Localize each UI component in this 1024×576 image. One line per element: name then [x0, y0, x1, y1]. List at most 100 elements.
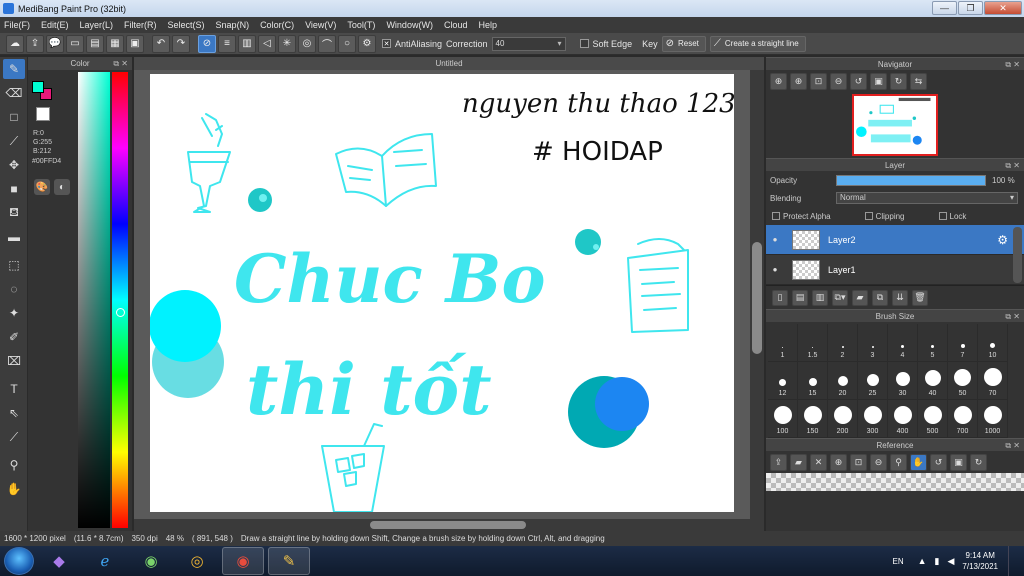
brush-size-cell[interactable]: 150 — [798, 400, 828, 438]
lasso-tool-icon[interactable]: ◌ — [3, 279, 25, 299]
delete-layer-icon[interactable]: 🗑 — [912, 289, 928, 306]
panel-popout-close-icon[interactable]: ⧉ ✕ — [1005, 159, 1020, 172]
brush-size-cell[interactable]: 25 — [858, 362, 888, 400]
minimize-button[interactable]: — — [932, 1, 957, 15]
redo-icon[interactable]: ↷ — [172, 34, 190, 53]
document-icon[interactable]: ▤ — [86, 34, 104, 53]
new-layer-icon[interactable]: ▯ — [772, 289, 788, 306]
coccoc-browser-icon[interactable]: ◉ — [130, 547, 172, 575]
menu-select[interactable]: Select(S) — [168, 20, 205, 30]
eyedropper-icon[interactable]: ⚲ — [890, 453, 907, 471]
zoom-in-alt-icon[interactable]: ⊕ — [790, 72, 807, 90]
message-icon[interactable]: ▭ — [66, 34, 84, 53]
medibang-taskbar-icon[interactable]: ◉ — [222, 547, 264, 575]
document-tab[interactable]: Untitled — [134, 57, 764, 70]
brush-size-cell[interactable]: 4 — [888, 324, 918, 362]
new-8bit-layer-icon[interactable]: ▥ — [812, 289, 828, 306]
opacity-slider[interactable] — [836, 174, 986, 186]
brush-size-cell[interactable]: 1.5 — [798, 324, 828, 362]
vertical-scrollbar[interactable] — [750, 70, 764, 531]
show-desktop-button[interactable] — [1008, 546, 1018, 576]
rotate-right-icon[interactable]: ↻ — [970, 453, 987, 471]
select-eraser-tool-icon[interactable]: ⌧ — [3, 351, 25, 371]
protect-alpha-checkbox[interactable] — [772, 212, 780, 220]
lock-checkbox[interactable] — [938, 212, 947, 220]
text-tool-icon[interactable]: T — [3, 379, 25, 399]
rectangle-tool-icon[interactable]: □ — [3, 107, 25, 127]
panel-popout-close-icon[interactable]: ⧉ ✕ — [113, 57, 128, 70]
menu-color[interactable]: Color(C) — [260, 20, 294, 30]
divide-tool-icon[interactable]: ⟋ — [3, 427, 25, 447]
foreground-color-swatch[interactable] — [32, 81, 44, 93]
protect-alpha-option[interactable]: Protect Alpha — [772, 212, 831, 221]
menu-cloud[interactable]: Cloud — [444, 20, 468, 30]
brush-size-cell[interactable]: 400 — [888, 400, 918, 438]
brush-size-cell[interactable]: 100 — [768, 400, 798, 438]
reference-preview[interactable] — [766, 473, 1024, 491]
actual-size-icon[interactable]: ▣ — [870, 72, 887, 90]
undo-icon[interactable]: ↶ — [152, 34, 170, 53]
clipping-checkbox[interactable] — [864, 212, 873, 220]
brush-size-cell[interactable]: 700 — [948, 400, 978, 438]
brush-size-cell[interactable]: 10 — [978, 324, 1008, 362]
hex-value[interactable]: #00FFD4 — [32, 158, 61, 165]
flip-icon[interactable]: ⇆ — [910, 72, 927, 90]
blending-select[interactable]: Normal — [836, 192, 1018, 204]
line-tool-icon[interactable]: ⟋ — [3, 131, 25, 151]
panel-popout-close-icon[interactable]: ⧉ ✕ — [1005, 58, 1020, 71]
horizontal-scrollbar[interactable] — [134, 519, 750, 531]
snap-concentric-icon[interactable]: ◎ — [298, 34, 316, 53]
brush-size-cell[interactable]: 1000 — [978, 400, 1008, 438]
navigator-thumbnail[interactable] — [852, 94, 938, 156]
select-pen-tool-icon[interactable]: ✐ — [3, 327, 25, 347]
menu-filter[interactable]: Filter(R) — [124, 20, 157, 30]
hue-slider[interactable] — [112, 72, 128, 528]
layer-row-layer2[interactable]: ● Layer2 ⚙ — [766, 225, 1024, 255]
fit-icon[interactable]: ⊡ — [850, 453, 867, 471]
brush-size-cell[interactable]: 12 — [768, 362, 798, 400]
select-rect-tool-icon[interactable]: ⬚ — [3, 255, 25, 275]
paint-taskbar-icon[interactable]: ✎ — [268, 547, 310, 575]
panel-popout-close-icon[interactable]: ⧉ ✕ — [1005, 439, 1020, 452]
brush-tool-icon[interactable]: ✎ — [3, 59, 25, 79]
correction-select[interactable]: 40 — [491, 36, 566, 51]
brush-size-cell[interactable]: 20 — [828, 362, 858, 400]
layer-row-layer1[interactable]: ● Layer1 — [766, 255, 1024, 285]
share-icon[interactable]: ⇪ — [26, 34, 44, 53]
start-button[interactable] — [4, 547, 34, 575]
brush-size-cell[interactable]: 70 — [978, 362, 1008, 400]
duplicate-layer-icon[interactable]: ⧉ — [872, 289, 888, 306]
horizontal-scroll-thumb[interactable] — [370, 521, 526, 529]
comment-icon[interactable]: 💬 — [46, 34, 64, 53]
gradient-tool-icon[interactable]: ▬ — [3, 227, 25, 247]
brush-size-cell[interactable]: 7 — [948, 324, 978, 362]
close-button[interactable]: ✕ — [984, 1, 1022, 15]
cloud-icon[interactable]: ☁ — [6, 34, 24, 53]
bucket-tool-icon[interactable]: ⛾ — [3, 203, 25, 223]
soft-edge-checkbox[interactable] — [579, 39, 589, 48]
upload-icon[interactable]: ⇪ — [770, 453, 787, 471]
snap-grid-icon[interactable]: ▥ — [238, 34, 256, 53]
saturation-value-picker[interactable] — [78, 72, 110, 528]
actual-size-icon[interactable]: ▣ — [950, 453, 967, 471]
visual-studio-icon[interactable]: ◆ — [38, 547, 80, 575]
zoom-in-icon[interactable]: ⊕ — [830, 453, 847, 471]
antialiasing-checkbox[interactable]: ✕ — [382, 39, 391, 48]
menu-help[interactable]: Help — [478, 20, 497, 30]
snap-curve-icon[interactable]: ⌒ — [318, 34, 336, 53]
close-reference-icon[interactable]: ✕ — [810, 453, 827, 471]
menu-layer[interactable]: Layer(L) — [80, 20, 114, 30]
hand-icon[interactable]: ✋ — [910, 453, 927, 471]
brush-size-cell[interactable]: 200 — [828, 400, 858, 438]
hue-slider-handle[interactable] — [116, 308, 125, 317]
fill-rect-tool-icon[interactable]: ■ — [3, 179, 25, 199]
brush-size-cell[interactable]: 3 — [858, 324, 888, 362]
language-indicator[interactable]: EN — [892, 557, 903, 566]
snap-off-icon[interactable]: ⊘ — [198, 34, 216, 53]
eraser-tool-icon[interactable]: ⌫ — [3, 83, 25, 103]
tray-arrow-icon[interactable]: ▲ — [918, 556, 927, 566]
brush-size-cell[interactable]: 2 — [828, 324, 858, 362]
panel-popout-close-icon[interactable]: ⧉ ✕ — [1005, 310, 1020, 323]
new-halftone-layer-icon[interactable]: ▤ — [792, 289, 808, 306]
snap-parallel-icon[interactable]: ≡ — [218, 34, 236, 53]
